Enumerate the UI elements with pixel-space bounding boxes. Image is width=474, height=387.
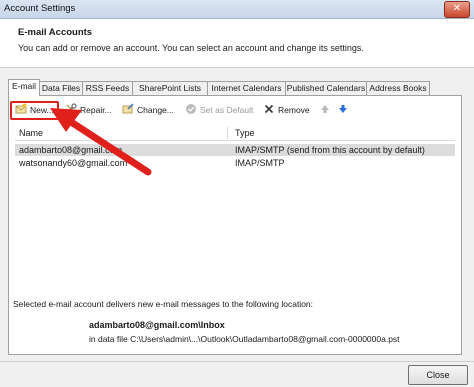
account-row[interactable]: watsonandy60@gmail.com IMAP/SMTP: [15, 157, 455, 169]
dialog-body: E-mail Data Files RSS Feeds SharePoint L…: [0, 68, 474, 387]
tab-published-calendars[interactable]: Published Calendars: [285, 81, 367, 95]
delivery-mailbox: adambarto08@gmail.com\Inbox: [89, 320, 225, 330]
window-close-button[interactable]: ✕: [444, 1, 470, 18]
account-type: IMAP/SMTP: [235, 158, 285, 168]
remove-label: Remove: [278, 105, 310, 115]
check-circle-icon: [185, 103, 197, 115]
change-label: Change...: [137, 105, 174, 115]
repair-button[interactable]: Repair...: [65, 102, 112, 118]
delivery-data-file-path: in data file C:\Users\admin\...\Outlook\…: [89, 334, 400, 344]
change-button[interactable]: Change...: [122, 102, 174, 118]
account-list-header: Name Type: [15, 126, 455, 141]
footer-divider: [0, 361, 474, 362]
window-title: Account Settings: [4, 3, 76, 14]
column-name-header[interactable]: Name: [19, 128, 43, 138]
delivery-location-description: Selected e-mail account delivers new e-m…: [13, 299, 314, 309]
new-account-label: New...: [30, 105, 54, 115]
tab-internet-calendars[interactable]: Internet Calendars: [207, 81, 286, 95]
remove-x-icon: [263, 103, 275, 115]
tab-email[interactable]: E-mail: [8, 79, 40, 96]
tab-data-files[interactable]: Data Files: [39, 81, 83, 95]
repair-label: Repair...: [80, 105, 112, 115]
move-up-button[interactable]: [319, 102, 334, 118]
account-type: IMAP/SMTP (send from this account by def…: [235, 145, 425, 155]
column-type-header[interactable]: Type: [235, 128, 255, 138]
tab-address-books[interactable]: Address Books: [366, 81, 430, 95]
dialog-header: E-mail Accounts You can add or remove an…: [0, 19, 474, 68]
tab-sharepoint-lists[interactable]: SharePoint Lists: [132, 81, 208, 95]
change-account-icon: [122, 103, 134, 115]
email-accounts-panel: New... Repair... Change... Set as Defaul…: [8, 95, 462, 355]
title-bar: Account Settings ✕: [0, 0, 474, 19]
account-name: watsonandy60@gmail.com: [19, 158, 128, 168]
header-title: E-mail Accounts: [18, 27, 93, 38]
set-as-default-label: Set as Default: [200, 105, 254, 115]
move-down-button[interactable]: [337, 102, 352, 118]
header-subtitle: You can add or remove an account. You ca…: [18, 43, 364, 53]
account-name: adambarto08@gmail.com: [19, 145, 123, 155]
new-mail-icon: [15, 103, 27, 115]
new-account-button[interactable]: New...: [10, 101, 59, 120]
column-divider: [227, 127, 228, 139]
set-as-default-button[interactable]: Set as Default: [185, 102, 253, 118]
tab-rss-feeds[interactable]: RSS Feeds: [82, 81, 133, 95]
repair-tools-icon: [65, 103, 77, 115]
close-button[interactable]: Close: [408, 365, 468, 385]
account-toolbar: New... Repair... Change... Set as Defaul…: [9, 101, 461, 120]
down-arrow-icon: [337, 103, 349, 115]
remove-button[interactable]: Remove: [263, 102, 310, 118]
account-row[interactable]: adambarto08@gmail.com IMAP/SMTP (send fr…: [15, 144, 455, 156]
up-arrow-icon: [319, 103, 331, 115]
